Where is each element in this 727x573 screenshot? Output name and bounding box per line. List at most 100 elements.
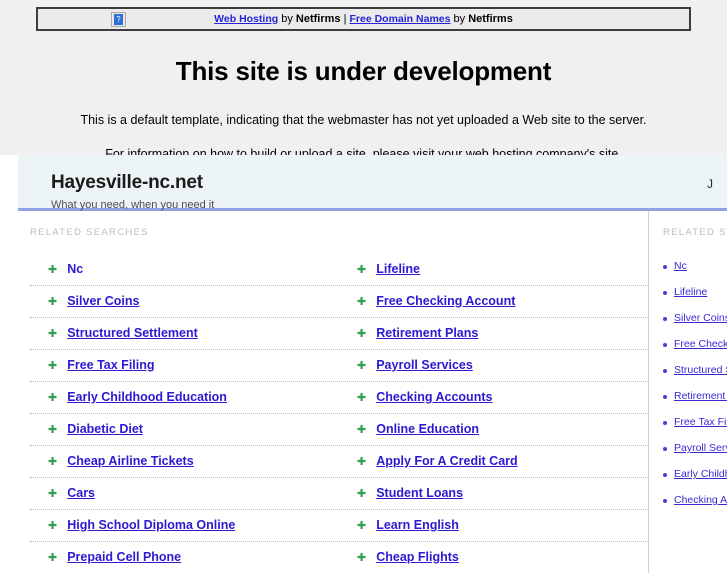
related-search-link[interactable]: Cheap Flights (376, 550, 459, 565)
netfirms-banner: ? Web Hosting by Netfirms | Free Domain … (36, 7, 691, 31)
plus-marker-icon: ✚ (48, 423, 58, 436)
parked-header: Hayesville-nc.net What you need, when yo… (18, 155, 727, 211)
sidebar-search-link[interactable]: Lifeline (674, 286, 707, 299)
bullet-dot-icon (663, 498, 667, 503)
plus-marker-icon: ✚ (48, 455, 58, 468)
sidebar-list-item: Structured Settlement (663, 364, 727, 377)
related-search-cell: ✚ Cheap Flights (339, 542, 648, 573)
bullet-dot-icon (663, 316, 667, 321)
related-search-link[interactable]: Lifeline (376, 262, 420, 277)
related-search-link[interactable]: Free Tax Filing (67, 358, 154, 373)
plus-marker-icon: ✚ (357, 263, 367, 276)
related-search-cell: ✚ Free Checking Account (339, 286, 648, 317)
related-search-link[interactable]: Nc (67, 262, 83, 277)
plus-marker-icon: ✚ (48, 487, 58, 500)
plus-marker-icon: ✚ (48, 327, 58, 340)
free-domain-names-link[interactable]: Free Domain Names (350, 13, 451, 25)
related-search-cell: ✚ Payroll Services (339, 350, 648, 381)
plus-marker-icon: ✚ (357, 359, 367, 372)
sidebar-list-item: Early Childhood Education (663, 468, 727, 481)
sidebar-list-item: Nc (663, 260, 727, 273)
plus-marker-icon: ✚ (357, 327, 367, 340)
plus-marker-icon: ✚ (48, 295, 58, 308)
sidebar-search-link[interactable]: Free Checking Account (674, 338, 727, 351)
parked-body: RELATED SEARCHES ✚ Nc ✚ Lifeline ✚ Silver Coi… (18, 211, 727, 573)
plus-marker-icon: ✚ (357, 519, 367, 532)
related-search-link[interactable]: High School Diploma Online (67, 518, 235, 533)
sidebar-list-item: Silver Coins (663, 312, 727, 325)
bullet-dot-icon (663, 368, 667, 373)
parked-domain-panel: Hayesville-nc.net What you need, when yo… (0, 155, 727, 573)
related-search-row: ✚ Silver Coins ✚ Free Checking Account (30, 286, 648, 318)
header-right-truncated-text: J (707, 177, 713, 191)
bullet-dot-icon (663, 342, 667, 347)
related-search-row: ✚ High School Diploma Online ✚ Learn Englis… (30, 510, 648, 542)
sidebar-list-item: Lifeline (663, 286, 727, 299)
related-search-cell: ✚ Cheap Airline Tickets (30, 446, 339, 477)
sidebar-search-link[interactable]: Structured Settlement (674, 364, 727, 377)
related-search-link[interactable]: Diabetic Diet (67, 422, 143, 437)
related-search-link[interactable]: Free Checking Account (376, 294, 515, 309)
sidebar-list-item: Free Tax Filing (663, 416, 727, 429)
related-search-row: ✚ Early Childhood Education ✚ Checking Acco… (30, 382, 648, 414)
related-search-cell: ✚ Learn English (339, 510, 648, 541)
related-searches-main-column: RELATED SEARCHES ✚ Nc ✚ Lifeline ✚ Silver Coi… (18, 211, 648, 573)
related-search-cell: ✚ Free Tax Filing (30, 350, 339, 381)
related-search-cell: ✚ Nc (30, 254, 339, 285)
plus-marker-icon: ✚ (357, 295, 367, 308)
sidebar-list-item: Retirement Plans (663, 390, 727, 403)
related-search-cell: ✚ High School Diploma Online (30, 510, 339, 541)
page-title: This site is under development (175, 56, 552, 86)
netfirms-brand-2: Netfirms (468, 13, 513, 25)
plus-marker-icon: ✚ (357, 487, 367, 500)
related-search-row: ✚ Free Tax Filing ✚ Payroll Services (30, 350, 648, 382)
web-hosting-link[interactable]: Web Hosting (214, 13, 278, 25)
related-search-link[interactable]: Checking Accounts (376, 390, 492, 405)
related-search-link[interactable]: Prepaid Cell Phone (67, 550, 181, 565)
related-search-cell: ✚ Checking Accounts (339, 382, 648, 413)
related-search-link[interactable]: Learn English (376, 518, 459, 533)
related-searches-label: RELATED SEARCHES (30, 227, 149, 238)
related-search-link[interactable]: Early Childhood Education (67, 390, 227, 405)
sidebar-search-link[interactable]: Silver Coins (674, 312, 727, 325)
plus-marker-icon: ✚ (48, 359, 58, 372)
sidebar-search-link[interactable]: Retirement Plans (674, 390, 727, 403)
sidebar-list-item: Checking Accounts (663, 494, 727, 507)
related-search-cell: ✚ Prepaid Cell Phone (30, 542, 339, 573)
site-tagline: What you need, when you need it (51, 199, 215, 211)
related-search-link[interactable]: Cheap Airline Tickets (67, 454, 193, 469)
sidebar-search-link[interactable]: Free Tax Filing (674, 416, 727, 429)
related-search-link[interactable]: Cars (67, 486, 95, 501)
sidebar-search-link[interactable]: Checking Accounts (674, 494, 727, 507)
plus-marker-icon: ✚ (48, 519, 58, 532)
related-search-link[interactable]: Structured Settlement (67, 326, 198, 341)
sidebar-search-link[interactable]: Nc (674, 260, 687, 273)
related-search-link[interactable]: Apply For A Credit Card (376, 454, 517, 469)
sidebar-search-link[interactable]: Early Childhood Education (674, 468, 727, 481)
related-search-link[interactable]: Payroll Services (376, 358, 473, 373)
related-search-cell: ✚ Structured Settlement (30, 318, 339, 349)
sidebar-search-link[interactable]: Payroll Services (674, 442, 727, 455)
related-search-link[interactable]: Silver Coins (67, 294, 139, 309)
related-search-cell: ✚ Online Education (339, 414, 648, 445)
sidebar-list-item: Payroll Services (663, 442, 727, 455)
intro-paragraph-1: This is a default template, indicating t… (80, 113, 647, 127)
related-search-link[interactable]: Student Loans (376, 486, 463, 501)
bullet-dot-icon (663, 446, 667, 451)
related-search-cell: ✚ Cars (30, 478, 339, 509)
related-searches-grid: ✚ Nc ✚ Lifeline ✚ Silver Coins ✚ Free Checking … (30, 254, 648, 573)
plus-marker-icon: ✚ (48, 263, 58, 276)
banner-separator: | (340, 13, 350, 25)
related-search-link[interactable]: Online Education (376, 422, 479, 437)
related-search-row: ✚ Cars ✚ Student Loans (30, 478, 648, 510)
related-search-link[interactable]: Retirement Plans (376, 326, 478, 341)
related-search-row: ✚ Structured Settlement ✚ Retirement Plans (30, 318, 648, 350)
related-search-row: ✚ Nc ✚ Lifeline (30, 254, 648, 286)
banner-by-text-2: by (450, 13, 469, 25)
related-search-row: ✚ Diabetic Diet ✚ Online Education (30, 414, 648, 446)
plus-marker-icon: ✚ (357, 455, 367, 468)
banner-links: Web Hosting by Netfirms | Free Domain Na… (38, 13, 689, 25)
netfirms-banner-wrapper: ? Web Hosting by Netfirms | Free Domain … (0, 0, 727, 31)
plus-marker-icon: ✚ (357, 551, 367, 564)
sidebar-link-list: Nc Lifeline Silver Coins Free Checking Acco… (663, 260, 727, 507)
